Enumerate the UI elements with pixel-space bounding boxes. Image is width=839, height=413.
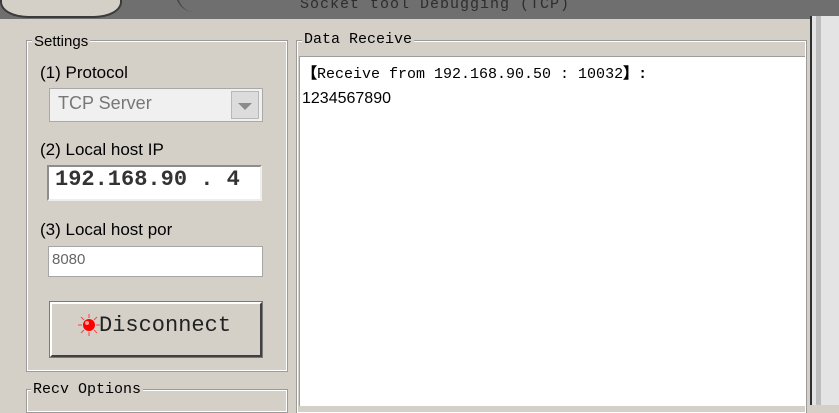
local-port-value: 8080 xyxy=(52,251,86,268)
settings-legend: Settings xyxy=(32,33,91,50)
receive-source-text: Receive from 192.168.90.50 : 10032 xyxy=(317,66,624,83)
right-scroll-edge[interactable] xyxy=(810,16,839,405)
local-port-label: (3) Local host por xyxy=(40,220,173,239)
local-ip-value: 192.168.90 . 4 xyxy=(55,167,240,192)
disconnect-button-label: Disconnect xyxy=(99,313,232,338)
window-title: Socket tool Debugging (TCP) xyxy=(300,0,571,13)
right-scroll-track xyxy=(816,16,821,405)
local-ip-label: (2) Local host IP xyxy=(40,140,164,159)
received-data-line: 1234567890 xyxy=(302,90,391,107)
tab-left[interactable] xyxy=(0,0,122,18)
data-receive-textarea[interactable] xyxy=(299,56,805,406)
receive-header-line: 【Receive from 192.168.90.50 : 10032】: xyxy=(302,62,647,83)
bracket-close: 】: xyxy=(623,66,648,83)
data-receive-legend: Data Receive xyxy=(302,31,415,48)
bracket-open: 【 xyxy=(302,66,318,83)
protocol-select-value: TCP Server xyxy=(58,93,152,113)
protocol-label: (1) Protocol xyxy=(40,63,128,82)
red-led-icon xyxy=(78,314,100,336)
recv-options-legend: Recv Options xyxy=(31,381,144,398)
chevron-down-icon xyxy=(238,103,252,110)
